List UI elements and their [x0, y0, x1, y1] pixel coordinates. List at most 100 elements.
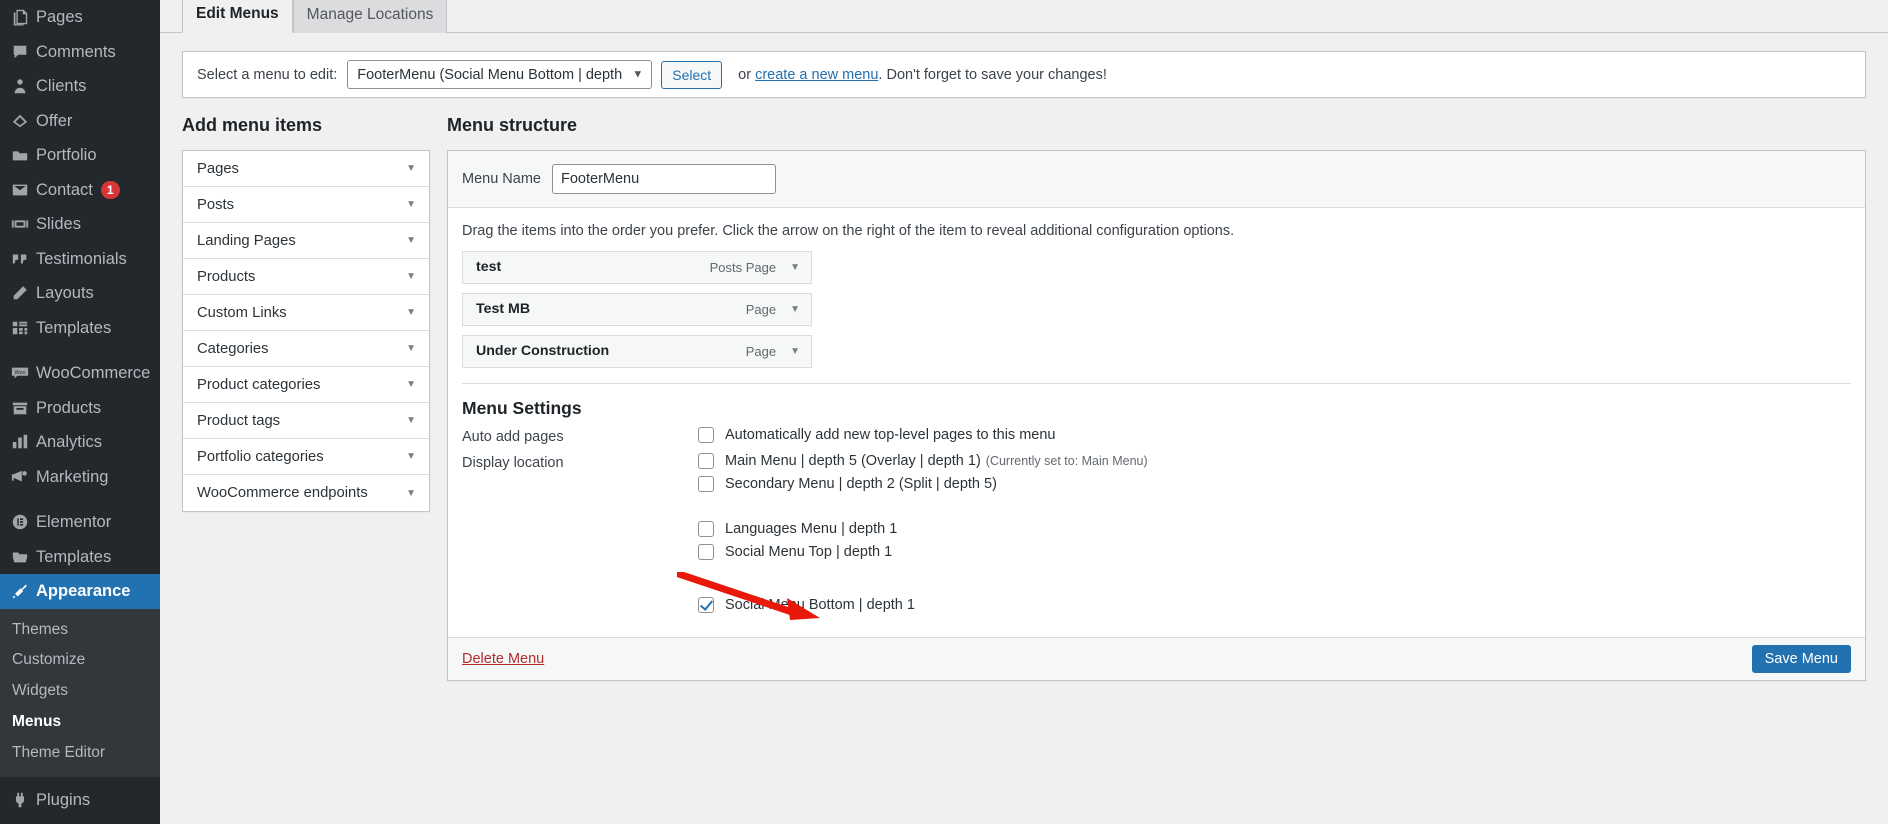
menu-item-row[interactable]: Under Construction Page ▼	[462, 335, 812, 369]
location-main-menu-line: Main Menu | depth 5 (Overlay | depth 1) …	[698, 453, 1851, 470]
menu-item-row[interactable]: Test MB Page ▼	[462, 293, 812, 327]
svg-text:Woo: Woo	[15, 370, 26, 376]
templates-icon	[4, 319, 36, 337]
sidebar-item-products[interactable]: Products	[0, 391, 160, 426]
submenu-label: Menus	[12, 713, 62, 731]
sidebar-item-comments[interactable]: Comments	[0, 35, 160, 70]
sidebar-item-label: Analytics	[36, 433, 103, 451]
menu-item-row[interactable]: test Posts Page ▼	[462, 251, 812, 285]
sidebar-item-appearance[interactable]: Appearance	[0, 574, 160, 609]
sidebar-item-label: Pages	[36, 8, 83, 26]
display-location-body: Main Menu | depth 5 (Overlay | depth 1) …	[698, 453, 1851, 620]
accordion-posts[interactable]: Posts ▼	[183, 187, 429, 224]
submenu-item-customize[interactable]: Customize	[0, 645, 160, 676]
selector-hint: or create a new menu. Don't forget to sa…	[738, 67, 1107, 83]
menu-structure-heading: Menu structure	[447, 115, 578, 135]
delete-menu-link[interactable]: Delete Menu	[462, 651, 544, 667]
chevron-down-icon[interactable]: ▼	[790, 262, 800, 273]
select-button[interactable]: Select	[661, 60, 723, 89]
analytics-icon	[4, 433, 36, 451]
submenu-label: Theme Editor	[12, 744, 106, 762]
auto-add-pages-checkbox-line: Automatically add new top-level pages to…	[698, 427, 1851, 444]
sidebar-item-label: Contact	[36, 180, 93, 199]
accordion-portfolio-categories[interactable]: Portfolio categories ▼	[183, 439, 429, 476]
sidebar-item-portfolio[interactable]: Portfolio	[0, 138, 160, 173]
products-icon	[4, 399, 36, 417]
location-main-menu-label: Main Menu | depth 5 (Overlay | depth 1)	[725, 453, 981, 470]
tab-manage-locations[interactable]: Manage Locations	[292, 0, 448, 33]
menu-name-input[interactable]	[551, 164, 776, 195]
chevron-down-icon: ▼	[406, 307, 416, 319]
sidebar-item-partial[interactable]	[0, 818, 160, 824]
menu-item-type: Page	[745, 301, 777, 317]
menu-item-meta: Posts Page ▼	[710, 260, 800, 275]
sidebar-item-elementor[interactable]: Elementor	[0, 505, 160, 540]
layouts-icon	[4, 284, 36, 302]
menu-item-type: Posts Page	[709, 259, 777, 275]
plugins-icon	[4, 791, 36, 809]
submenu-item-themes[interactable]: Themes	[0, 615, 160, 646]
sidebar-item-layouts[interactable]: Layouts	[0, 276, 160, 311]
location-gap-2	[698, 567, 1851, 597]
auto-add-pages-checkbox-label: Automatically add new top-level pages to…	[725, 427, 1056, 444]
auto-add-pages-checkbox[interactable]	[698, 427, 714, 444]
accordion-categories[interactable]: Categories ▼	[183, 331, 429, 368]
sidebar-item-label: Testimonials	[36, 249, 127, 268]
submenu-label: Customize	[12, 651, 86, 669]
menu-select-wrapper: FooterMenu (Social Menu Bottom | depth 1…	[347, 60, 653, 89]
sidebar-item-templates[interactable]: Templates	[0, 311, 160, 346]
sidebar-item-marketing[interactable]: Marketing	[0, 460, 160, 495]
hint-prefix: or	[738, 66, 756, 83]
chevron-down-icon[interactable]: ▼	[790, 304, 800, 315]
location-languages-menu-label: Languages Menu | depth 1	[725, 521, 898, 538]
menu-settings-heading: Menu Settings	[462, 398, 582, 419]
appearance-submenu: Themes Customize Widgets Menus Theme Edi…	[0, 608, 160, 778]
accordion-label: Custom Links	[197, 304, 287, 321]
sidebar-item-offer[interactable]: Offer	[0, 104, 160, 139]
sidebar-item-label: Elementor	[36, 513, 112, 531]
submenu-item-menus[interactable]: Menus	[0, 707, 160, 738]
sidebar-item-pages[interactable]: Pages	[0, 0, 160, 35]
accordion-landing-pages[interactable]: Landing Pages ▼	[183, 223, 429, 260]
sidebar-item-woocommerce[interactable]: Woo WooCommerce	[0, 356, 160, 391]
portfolio-icon	[4, 146, 36, 164]
menu-select[interactable]: FooterMenu (Social Menu Bottom | depth 1…	[347, 60, 653, 89]
chevron-down-icon: ▼	[406, 343, 416, 355]
chevron-down-icon: ▼	[406, 415, 416, 427]
sidebar-item-contact[interactable]: Contact 1	[0, 173, 160, 208]
chevron-down-icon[interactable]: ▼	[790, 346, 800, 357]
submenu-item-widgets[interactable]: Widgets	[0, 676, 160, 707]
accordion-product-tags[interactable]: Product tags ▼	[183, 403, 429, 440]
accordion-product-categories[interactable]: Product categories ▼	[183, 367, 429, 404]
sidebar-item-plugins[interactable]: Plugins	[0, 783, 160, 818]
location-social-menu-bottom-checkbox[interactable]	[698, 597, 714, 614]
chevron-down-icon: ▼	[406, 163, 416, 175]
contact-icon	[4, 181, 36, 199]
wordpress-admin-screen: Pages Comments Clients Offer Portfolio C…	[0, 0, 1888, 824]
location-social-menu-top-line: Social Menu Top | depth 1	[698, 544, 1851, 561]
submenu-item-theme-editor[interactable]: Theme Editor	[0, 738, 160, 769]
accordion-pages[interactable]: Pages ▼	[183, 151, 429, 188]
location-main-menu-checkbox[interactable]	[698, 453, 714, 470]
accordion-label: Landing Pages	[197, 232, 296, 249]
location-languages-menu-checkbox[interactable]	[698, 521, 714, 538]
testimonials-icon	[4, 250, 36, 268]
sidebar-item-label: Offer	[36, 111, 73, 130]
chevron-down-icon: ▼	[406, 379, 416, 391]
location-secondary-menu-checkbox[interactable]	[698, 476, 714, 493]
sidebar-item-templates-elementor[interactable]: Templates	[0, 540, 160, 575]
sidebar-item-clients[interactable]: Clients	[0, 69, 160, 104]
accordion-woocommerce-endpoints[interactable]: WooCommerce endpoints ▼	[183, 475, 429, 511]
accordion-products[interactable]: Products ▼	[183, 259, 429, 296]
accordion-label: Pages	[197, 160, 239, 177]
location-social-menu-top-checkbox[interactable]	[698, 544, 714, 561]
create-new-menu-link[interactable]: create a new menu	[755, 67, 878, 83]
sidebar-item-slides[interactable]: Slides	[0, 207, 160, 242]
chevron-down-icon: ▼	[406, 487, 416, 499]
accordion-custom-links[interactable]: Custom Links ▼	[183, 295, 429, 332]
sidebar-item-analytics[interactable]: Analytics	[0, 425, 160, 460]
slides-icon	[4, 215, 36, 233]
tab-edit-menus[interactable]: Edit Menus	[182, 0, 293, 33]
sidebar-item-testimonials[interactable]: Testimonials	[0, 242, 160, 277]
save-menu-button[interactable]: Save Menu	[1751, 645, 1851, 674]
